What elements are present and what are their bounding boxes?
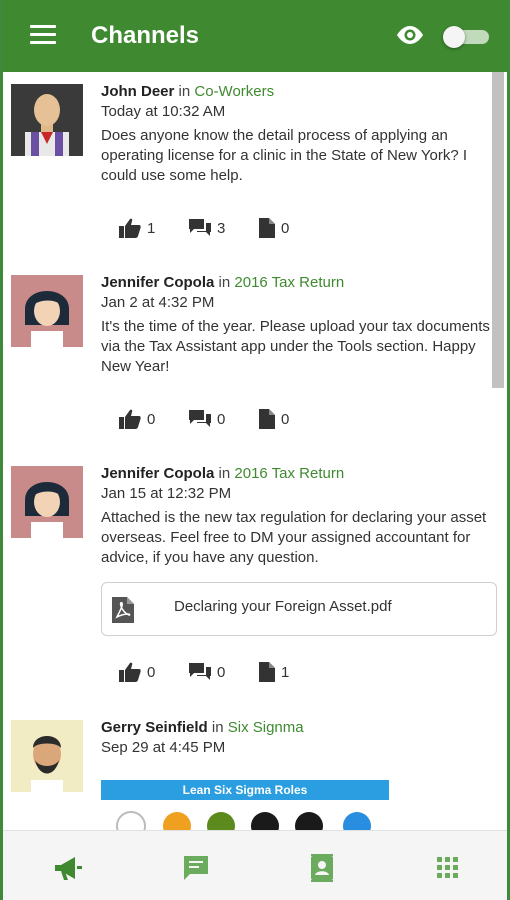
- apps-grid-icon[interactable]: [433, 853, 463, 883]
- author-name[interactable]: John Deer: [101, 83, 174, 100]
- comment-icon: [189, 219, 211, 236]
- app-bar: Channels: [3, 0, 507, 72]
- image-title: Lean Six Sigma Roles: [101, 780, 389, 800]
- like-button[interactable]: 0: [119, 407, 155, 431]
- in-label: in: [211, 719, 224, 736]
- author-name[interactable]: Jennifer Copola: [101, 465, 214, 482]
- scrollbar[interactable]: [492, 72, 504, 388]
- menu-icon[interactable]: [30, 25, 56, 45]
- file-icon: [259, 409, 275, 429]
- file-icon: [259, 662, 275, 682]
- contact-card-icon[interactable]: [307, 853, 337, 883]
- thumbs-up-icon: [119, 662, 141, 682]
- files-button[interactable]: 0: [259, 407, 289, 431]
- post-text: Does anyone know the detail process of a…: [101, 127, 468, 184]
- post-text: Attached is the new tax regulation for d…: [101, 509, 487, 566]
- comment-icon: [189, 410, 211, 427]
- author-name[interactable]: Gerry Seinfield: [101, 719, 208, 736]
- like-button[interactable]: 1: [119, 216, 155, 240]
- channel-link[interactable]: Six Signma: [228, 719, 304, 736]
- comment-button[interactable]: 0: [189, 660, 225, 684]
- post-timestamp: Jan 2 at 4:32 PM: [101, 294, 215, 311]
- post-actions: 1 3 0: [119, 216, 339, 240]
- in-label: in: [218, 465, 231, 482]
- pdf-icon: [112, 597, 134, 623]
- post-timestamp: Today at 10:32 AM: [101, 103, 226, 120]
- bottom-nav: [3, 830, 507, 900]
- like-button[interactable]: 0: [119, 660, 155, 684]
- attachment-pdf[interactable]: Declaring your Foreign Asset.pdf: [101, 582, 497, 636]
- post-image[interactable]: Lean Six Sigma Roles: [101, 780, 389, 830]
- thumbs-up-icon: [119, 218, 141, 238]
- comment-count: 0: [217, 410, 226, 428]
- visibility-icon[interactable]: [395, 24, 425, 46]
- comment-count: 0: [217, 663, 226, 681]
- post-text: It's the time of the year. Please upload…: [101, 318, 490, 375]
- comment-button[interactable]: 3: [189, 216, 225, 240]
- avatar[interactable]: [11, 466, 83, 538]
- in-label: in: [178, 83, 191, 100]
- like-count: 1: [147, 219, 156, 237]
- comment-count: 3: [217, 219, 226, 237]
- avatar[interactable]: [11, 84, 83, 156]
- thumbs-up-icon: [119, 409, 141, 429]
- comment-button[interactable]: 0: [189, 407, 225, 431]
- like-count: 0: [147, 410, 156, 428]
- avatar[interactable]: [11, 720, 83, 792]
- file-count: 1: [281, 663, 290, 681]
- post-actions: 0 0 1: [119, 660, 339, 684]
- channel-link[interactable]: Co-Workers: [194, 83, 274, 100]
- page-title: Channels: [91, 22, 200, 49]
- chat-icon[interactable]: [181, 853, 211, 883]
- author-name[interactable]: Jennifer Copola: [101, 274, 214, 291]
- toggle-switch[interactable]: [443, 26, 489, 48]
- comment-icon: [189, 663, 211, 680]
- avatar[interactable]: [11, 275, 83, 347]
- roles-illustration: [116, 811, 371, 830]
- files-button[interactable]: 0: [259, 216, 289, 240]
- file-count: 0: [281, 410, 290, 428]
- files-button[interactable]: 1: [259, 660, 289, 684]
- megaphone-icon[interactable]: [53, 853, 83, 883]
- like-count: 0: [147, 663, 156, 681]
- in-label: in: [218, 274, 231, 291]
- channel-link[interactable]: 2016 Tax Return: [234, 465, 344, 482]
- file-count: 0: [281, 219, 290, 237]
- channel-link[interactable]: 2016 Tax Return: [234, 274, 344, 291]
- post-timestamp: Sep 29 at 4:45 PM: [101, 739, 226, 756]
- attachment-filename: Declaring your Foreign Asset.pdf: [174, 598, 392, 615]
- file-icon: [259, 218, 275, 238]
- app-frame: Channels John Deer in Co-Workers Today a…: [0, 0, 510, 900]
- post-feed[interactable]: John Deer in Co-Workers Today at 10:32 A…: [3, 72, 507, 830]
- post-actions: 0 0 0: [119, 407, 339, 431]
- post-timestamp: Jan 15 at 12:32 PM: [101, 485, 232, 502]
